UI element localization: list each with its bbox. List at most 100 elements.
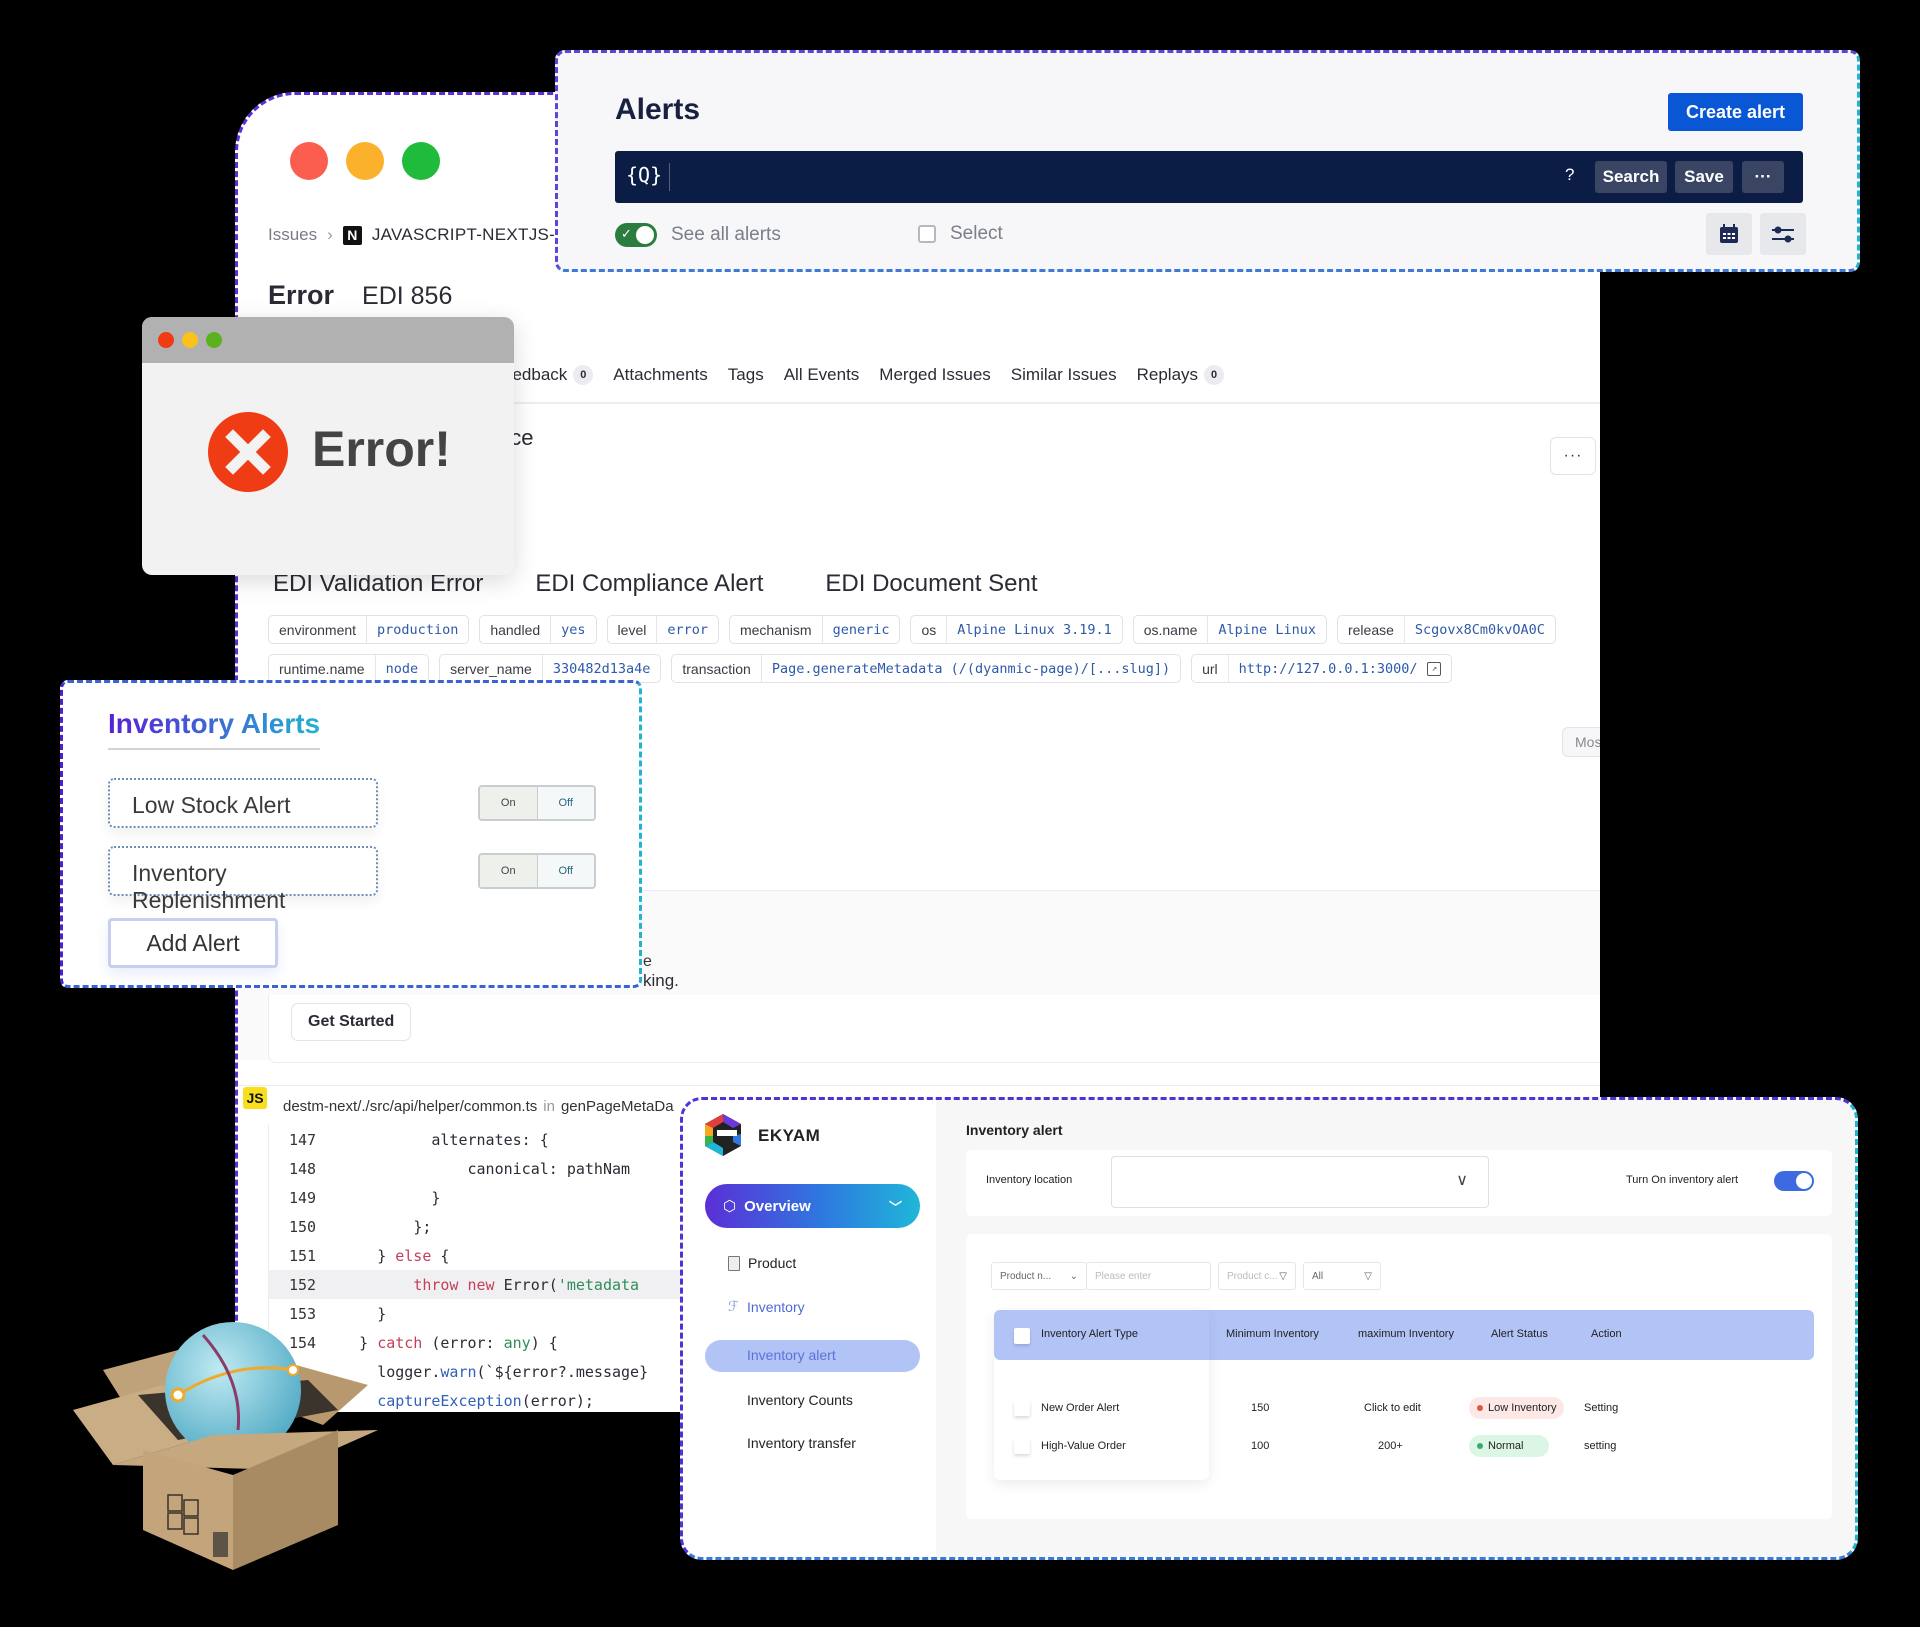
tag-chip[interactable]: handled yes (479, 615, 597, 644)
more-options-button[interactable]: ··· (1742, 161, 1784, 193)
tag-value[interactable]: 330482d13a4e (543, 655, 661, 682)
row-checkbox[interactable] (1014, 1400, 1030, 1416)
cube-icon: ⬡ (723, 1198, 737, 1215)
low-stock-alert-field[interactable]: Low Stock Alert (108, 778, 378, 828)
close-window-button[interactable] (158, 332, 174, 348)
code-token: throw new (413, 1275, 495, 1294)
tag-chip[interactable]: url http://127.0.0.1:3000/↗ (1191, 654, 1453, 683)
text-caret (669, 163, 670, 191)
tab-feedback[interactable]: eedback 0 (503, 365, 594, 385)
event-edi-compliance-alert[interactable]: EDI Compliance Alert (535, 570, 763, 598)
product-field-select[interactable]: Product n... ⌄ (991, 1262, 1087, 1290)
tag-value[interactable]: error (657, 616, 718, 643)
close-window-button[interactable] (290, 142, 328, 180)
tab-attachments[interactable]: Attachments (613, 365, 708, 385)
search-input[interactable]: Please enter (1086, 1262, 1211, 1290)
product-code-filter[interactable]: Product c... ▽ (1218, 1262, 1296, 1290)
tag-value[interactable]: generic (823, 616, 900, 643)
event-edi-document-sent[interactable]: EDI Document Sent (825, 570, 1037, 598)
checkbox[interactable] (918, 225, 936, 243)
more-options-button[interactable]: ··· (1550, 437, 1596, 475)
panel-text: e (643, 953, 652, 970)
inventory-replenishment-switch[interactable]: On Off (478, 853, 596, 889)
tag-value[interactable]: http://127.0.0.1:3000/ (1229, 655, 1428, 682)
low-stock-alert-switch[interactable]: On Off (478, 785, 596, 821)
see-all-label: See all alerts (671, 224, 781, 245)
tag-key: handled (480, 616, 552, 643)
tag-value[interactable]: Scgovx8Cm0kvOA0C (1405, 616, 1555, 643)
most-button[interactable]: Mos (1562, 727, 1600, 757)
stack-frame-path[interactable]: destm-next/./src/api/helper/common.ts in g… (283, 1098, 674, 1115)
minimize-window-button[interactable] (182, 332, 198, 348)
tab-replays[interactable]: Replays 0 (1137, 365, 1225, 385)
column-header: Action (1591, 1328, 1622, 1340)
sidebar-item-inventory-transfer[interactable]: Inventory transfer (747, 1435, 856, 1451)
maximize-window-button[interactable] (402, 142, 440, 180)
minimize-window-button[interactable] (346, 142, 384, 180)
tag-value[interactable]: Page.generateMetadata (/(dyanmic-page)/[… (762, 655, 1180, 682)
breadcrumb-project[interactable]: JAVASCRIPT-NEXTJS-C (372, 225, 568, 245)
sidebar-item-inventory-counts[interactable]: Inventory Counts (747, 1392, 853, 1408)
tag-chip[interactable]: level error (606, 615, 719, 644)
inventory-icon: ℱ (728, 1298, 740, 1314)
see-all-alerts-toggle[interactable]: ✓ See all alerts (615, 223, 781, 247)
tag-key: release (1338, 616, 1405, 643)
nextjs-logo-icon: N (342, 225, 362, 245)
min-inventory-cell: 150 (1251, 1402, 1270, 1414)
select-all-checkbox[interactable]: Select (918, 223, 1003, 245)
maximize-window-button[interactable] (206, 332, 222, 348)
external-link-icon[interactable]: ↗ (1427, 661, 1442, 676)
tab-tags[interactable]: Tags (728, 365, 764, 385)
calendar-button[interactable] (1706, 213, 1752, 255)
off-option[interactable]: Off (537, 787, 594, 819)
tag-chip[interactable]: release Scgovx8Cm0kvOA0C (1336, 615, 1556, 644)
tab-similar-issues[interactable]: Similar Issues (1011, 365, 1117, 385)
shipping-box-globe-illustration (73, 1322, 378, 1570)
inventory-location-select[interactable]: ∨ (1111, 1156, 1489, 1208)
tag-value[interactable]: yes (551, 616, 595, 643)
row-checkbox[interactable] (1014, 1438, 1030, 1454)
tag-chip[interactable]: transaction Page.generateMetadata (/(dyan… (671, 654, 1182, 683)
tag-value[interactable]: production (367, 616, 468, 643)
page-title: Alerts (615, 93, 701, 126)
on-option[interactable]: On (480, 855, 538, 887)
tag-chip[interactable]: server_name 330482d13a4e (439, 654, 662, 683)
add-alert-button[interactable]: Add Alert (108, 918, 278, 968)
setting-link[interactable]: Setting (1584, 1402, 1618, 1414)
tag-chip[interactable]: os.name Alpine Linux (1132, 615, 1327, 644)
tag-key: os (911, 616, 948, 643)
select-all-checkbox[interactable] (1014, 1328, 1030, 1344)
search-button[interactable]: Search (1595, 161, 1667, 193)
tag-value[interactable]: Alpine Linux (1208, 616, 1326, 643)
status-filter[interactable]: All ▽ (1303, 1262, 1381, 1290)
tag-chip[interactable]: mechanism generic (728, 615, 901, 644)
sidebar-item-inventory-alert[interactable]: Inventory alert (705, 1340, 920, 1372)
save-button[interactable]: Save (1675, 161, 1733, 193)
breadcrumb-issues[interactable]: Issues (268, 225, 317, 245)
tab-merged-issues[interactable]: Merged Issues (879, 365, 991, 385)
tag-value[interactable]: Alpine Linux 3.19.1 (947, 616, 1121, 643)
error-dialog: Error! (142, 317, 514, 575)
off-option[interactable]: Off (537, 855, 594, 887)
sidebar-item-product[interactable]: Product (728, 1255, 796, 1271)
tag-chip[interactable]: environment production (268, 615, 470, 644)
calendar-icon (1720, 224, 1738, 243)
on-option[interactable]: On (480, 787, 538, 819)
get-started-button[interactable]: Get Started (291, 1003, 412, 1041)
inventory-alert-toggle[interactable] (1774, 1171, 1814, 1191)
tag-chip[interactable]: os Alpine Linux 3.19.1 (910, 615, 1123, 644)
sidebar-item-inventory[interactable]: ℱ Inventory (728, 1298, 805, 1315)
sidebar-item-overview[interactable]: ⬡ Overview ﹀ (705, 1184, 920, 1228)
toggle-switch[interactable]: ✓ (615, 223, 657, 247)
tag-chip[interactable]: runtime.name node (268, 654, 430, 683)
ekyam-app: EKYAM ⬡ Overview ﹀ Product ℱ Inventory I… (680, 1097, 1858, 1560)
filter-settings-button[interactable] (1760, 213, 1806, 255)
tab-all-events[interactable]: All Events (784, 365, 860, 385)
setting-link[interactable]: setting (1584, 1440, 1616, 1452)
help-icon[interactable]: ? (1565, 165, 1574, 185)
max-inventory-cell[interactable]: Click to edit (1364, 1402, 1421, 1414)
create-alert-button[interactable]: Create alert (1668, 93, 1803, 131)
inventory-replenishment-field[interactable]: Inventory Replenishment (108, 846, 378, 913)
tag-value[interactable]: node (376, 655, 429, 682)
query-search-bar[interactable]: {Q} ? Search Save ··· (615, 151, 1803, 203)
